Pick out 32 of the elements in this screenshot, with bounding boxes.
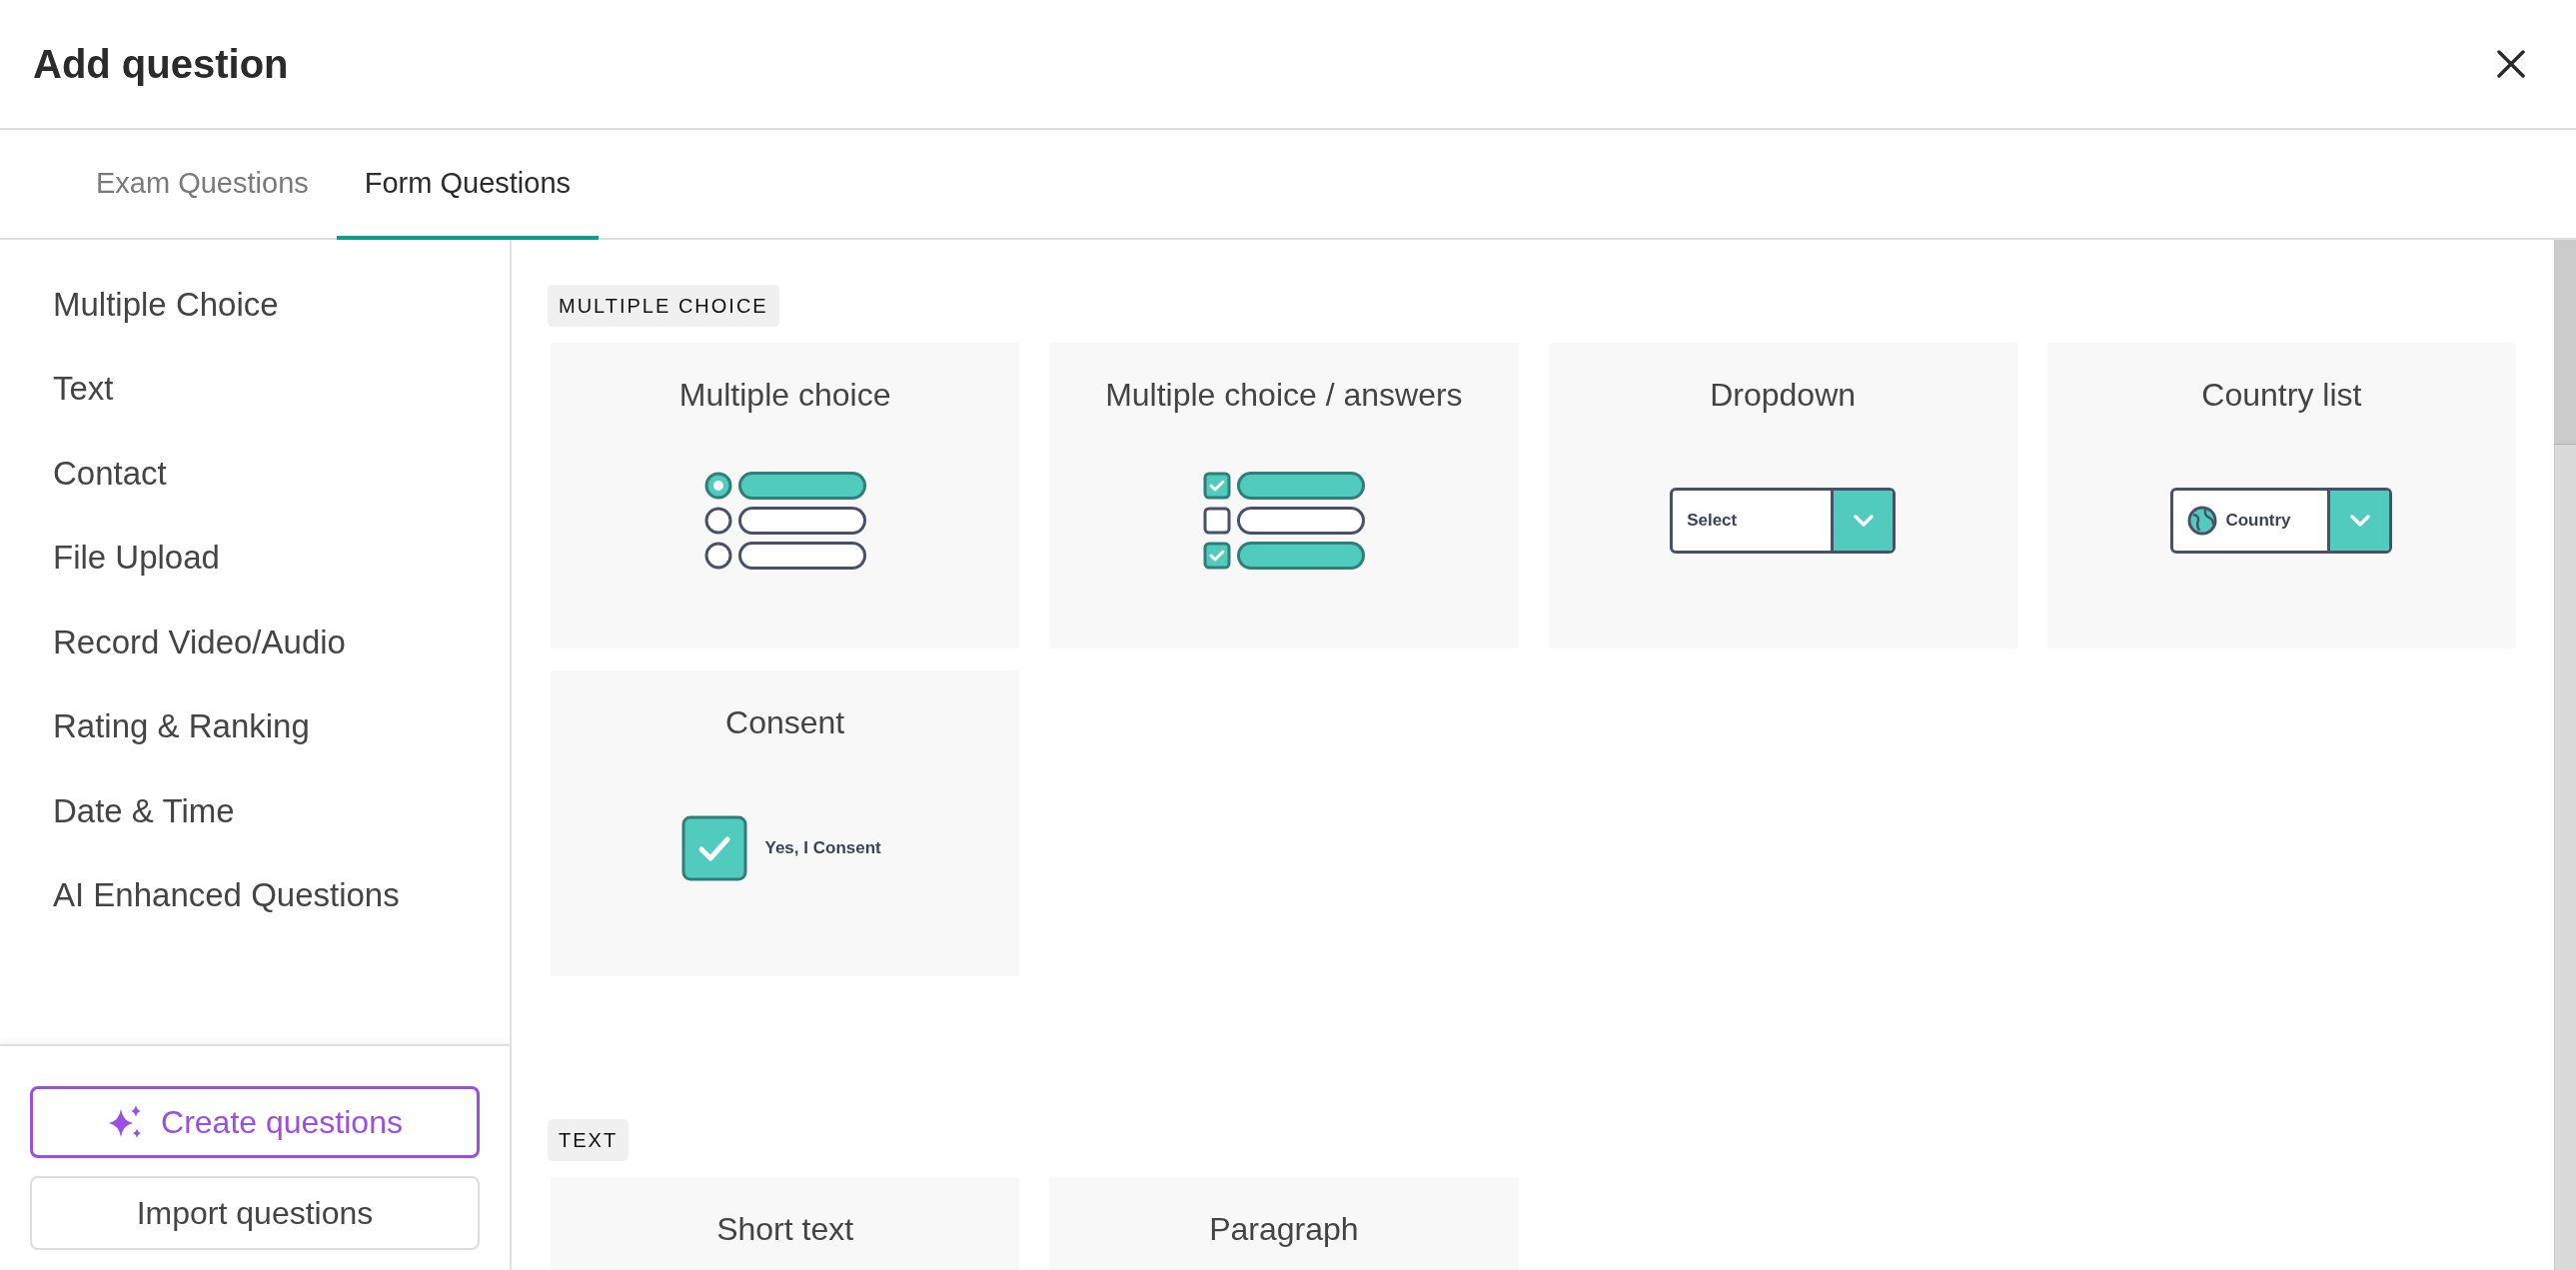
question-type-card[interactable]: Consent Yes, I Consent (551, 670, 1020, 976)
sidebar-item[interactable]: AI Enhanced Questions (0, 852, 510, 937)
section-heading: TEXT (548, 1119, 630, 1161)
section-heading: MULTIPLE CHOICE (548, 285, 779, 327)
sidebar-item[interactable]: Multiple Choice (0, 262, 510, 347)
sidebar-item[interactable]: Text (0, 346, 510, 431)
sidebar-item[interactable]: Record Video/Audio (0, 600, 510, 684)
close-icon (2497, 50, 2525, 78)
chevron-down-icon (1852, 514, 1875, 528)
scrollbar[interactable] (2554, 240, 2576, 1270)
select-text: Country (2225, 510, 2291, 533)
sidebar-item[interactable]: Date & Time (0, 768, 510, 853)
question-type-card[interactable]: Country list Country (2046, 343, 2516, 648)
import-questions-button[interactable]: Import questions (30, 1176, 480, 1250)
tab[interactable]: Form Questions (336, 132, 600, 240)
question-type-card[interactable]: Short text (551, 1177, 1020, 1270)
sidebar-item[interactable]: Contact (0, 431, 510, 516)
tab[interactable]: Exam Questions (68, 132, 337, 240)
consent-text: Yes, I Consent (764, 837, 881, 860)
sidebar-item[interactable]: File Upload (0, 515, 510, 600)
chevron-down-icon (2348, 514, 2371, 528)
sidebar-item[interactable]: Rating & Ranking (0, 683, 510, 768)
question-type-card[interactable]: Multiple choice / answers (1049, 343, 1519, 648)
scrollbar-thumb[interactable] (2555, 240, 2576, 445)
question-type-card[interactable]: Multiple choice (551, 343, 1020, 648)
select-text: Select (1687, 510, 1738, 533)
globe-icon (2187, 506, 2218, 536)
question-type-card[interactable]: Paragraph (1049, 1177, 1519, 1270)
checked-checkbox-icon (680, 815, 747, 881)
dialog-title: Add question (33, 41, 289, 88)
question-type-card[interactable]: Dropdown Select (1548, 343, 2017, 648)
create-questions-button[interactable]: Create questions (30, 1086, 480, 1158)
